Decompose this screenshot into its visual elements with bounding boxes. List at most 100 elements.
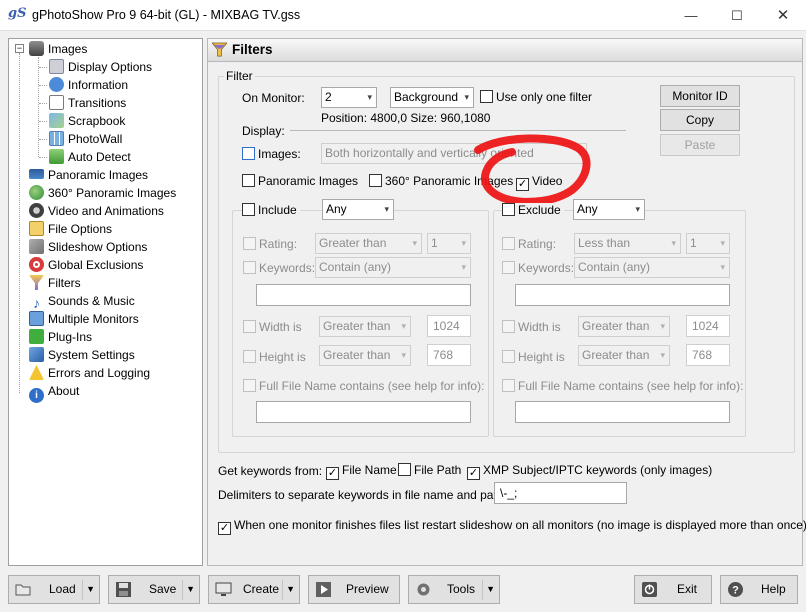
include-keywords-op-select[interactable]: Contain (any) ▾ xyxy=(315,257,471,278)
chevron-down-icon: ▼ xyxy=(186,584,195,594)
file-name-checkbox[interactable]: ✓ File Name xyxy=(326,463,397,480)
images-checkbox[interactable]: Images: xyxy=(242,147,301,161)
include-checkbox[interactable]: Include xyxy=(242,203,300,217)
include-fullname-input[interactable] xyxy=(256,401,471,423)
panel-title: Filters xyxy=(232,42,273,57)
tree-item-panoramic-images[interactable]: Panoramic Images xyxy=(29,166,148,184)
include-keywords-checkbox[interactable]: Keywords: xyxy=(243,261,315,275)
use-only-one-filter-checkbox[interactable]: Use only one filter xyxy=(480,90,592,104)
background-select[interactable]: Background ▾ xyxy=(390,87,474,108)
restart-slideshow-checkbox[interactable]: ✓ When one monitor finishes files list re… xyxy=(218,518,806,535)
close-button[interactable]: ✕ xyxy=(760,0,806,31)
chevron-down-icon: ▼ xyxy=(286,584,295,594)
panoramic-icon xyxy=(29,169,44,179)
xmp-subject-checkbox[interactable]: ✓ XMP Subject/IPTC keywords (only images) xyxy=(467,463,712,480)
chevron-down-icon: ▾ xyxy=(461,238,466,248)
filter-funnel-icon xyxy=(212,42,227,57)
tree-item-about[interactable]: i About xyxy=(29,382,79,403)
exclude-fullname-input[interactable] xyxy=(515,401,730,423)
gear-icon xyxy=(417,583,430,596)
camera-icon xyxy=(29,41,44,56)
include-width-op-select[interactable]: Greater than ▾ xyxy=(319,316,411,337)
include-width-checkbox[interactable]: Width is xyxy=(243,320,302,334)
exclude-keywords-checkbox[interactable]: Keywords: xyxy=(502,261,574,275)
exclude-height-op-select[interactable]: Greater than ▾ xyxy=(578,345,670,366)
position-size-text: Position: 4800,0 Size: 960,1080 xyxy=(321,111,491,125)
exit-button[interactable]: Exit xyxy=(634,575,712,604)
window-title: gPhotoShow Pro 9 64-bit (GL) - MIXBAG TV… xyxy=(32,8,301,22)
display-options-icon xyxy=(49,59,64,74)
paste-button[interactable]: Paste xyxy=(660,134,740,156)
include-rating-op-select[interactable]: Greater than ▾ xyxy=(315,233,422,254)
tree-item-display-options[interactable]: Display Options xyxy=(39,58,152,76)
tree-item-global-exclusions[interactable]: Global Exclusions xyxy=(29,256,143,274)
chevron-down-icon: ▾ xyxy=(720,238,725,248)
include-rating-checkbox[interactable]: Rating: xyxy=(243,237,297,251)
exclude-keywords-input[interactable] xyxy=(515,284,730,306)
exclude-rating-value-select[interactable]: 1 ▾ xyxy=(686,233,730,254)
include-height-checkbox[interactable]: Height is xyxy=(243,350,306,364)
chevron-down-icon: ▾ xyxy=(671,238,676,248)
file-path-checkbox[interactable]: File Path xyxy=(398,463,461,477)
exclude-keywords-op-select[interactable]: Contain (any) ▾ xyxy=(574,257,730,278)
tree-item-multiple-monitors[interactable]: Multiple Monitors xyxy=(29,310,139,328)
include-keywords-input[interactable] xyxy=(256,284,471,306)
exclude-width-op-select[interactable]: Greater than ▾ xyxy=(578,316,670,337)
tree-item-slideshow-options[interactable]: Slideshow Options xyxy=(29,238,147,256)
copy-button[interactable]: Copy xyxy=(660,109,740,131)
exclude-height-input[interactable]: 768 xyxy=(686,344,730,366)
preview-button[interactable]: Preview xyxy=(308,575,400,604)
include-rating-value-select[interactable]: 1 ▾ xyxy=(427,233,471,254)
tools-button[interactable]: Tools ▼ xyxy=(408,575,500,604)
tree-item-sounds-music[interactable]: ♪ Sounds & Music xyxy=(29,292,135,311)
help-button[interactable]: ? Help xyxy=(720,575,798,604)
exclude-rating-checkbox[interactable]: Rating: xyxy=(502,237,556,251)
minimize-button[interactable]: — xyxy=(668,0,714,31)
tree-item-scrapbook[interactable]: Scrapbook xyxy=(39,112,125,130)
exclude-width-input[interactable]: 1024 xyxy=(686,315,730,337)
auto-detect-icon xyxy=(49,149,64,164)
tree-item-360-panoramic[interactable]: 360° Panoramic Images xyxy=(29,184,176,202)
chevron-down-icon: ▼ xyxy=(86,584,95,594)
create-button[interactable]: Create ▼ xyxy=(208,575,300,604)
svg-text:?: ? xyxy=(732,585,739,597)
chevron-down-icon: ▾ xyxy=(367,92,372,102)
chevron-down-icon: ▾ xyxy=(384,204,389,214)
chevron-down-icon: ▾ xyxy=(660,321,665,331)
monitor-select[interactable]: 2 ▾ xyxy=(321,87,377,108)
include-height-input[interactable]: 768 xyxy=(427,344,471,366)
panoramic-images-checkbox[interactable]: Panoramic Images xyxy=(242,174,358,188)
chevron-down-icon: ▾ xyxy=(401,321,406,331)
load-button[interactable]: Load ▼ xyxy=(8,575,100,604)
include-mode-select[interactable]: Any ▾ xyxy=(322,199,394,220)
tree-item-transitions[interactable]: Transitions xyxy=(39,94,126,112)
tree-item-plug-ins[interactable]: Plug-Ins xyxy=(29,328,92,346)
photowall-icon xyxy=(49,131,64,146)
delimiters-input[interactable]: \-_; xyxy=(494,482,627,504)
maximize-button[interactable]: ☐ xyxy=(714,0,760,31)
save-button[interactable]: Save ▼ xyxy=(108,575,200,604)
tree-item-video-animations[interactable]: Video and Animations xyxy=(29,202,164,220)
exclude-mode-select[interactable]: Any ▾ xyxy=(573,199,645,220)
chevron-down-icon: ▾ xyxy=(635,204,640,214)
tree-item-photowall[interactable]: PhotoWall xyxy=(39,130,122,148)
exclude-fullname-checkbox[interactable]: Full File Name contains (see help for in… xyxy=(502,379,743,393)
tree-item-images[interactable]: Images xyxy=(29,40,87,58)
tree-item-file-options[interactable]: File Options xyxy=(29,220,112,238)
tree-item-auto-detect[interactable]: Auto Detect xyxy=(39,148,131,166)
panel-header xyxy=(207,38,803,62)
exclude-rating-op-select[interactable]: Less than ▾ xyxy=(574,233,681,254)
collapse-icon[interactable]: − xyxy=(15,44,24,53)
tree-item-system-settings[interactable]: System Settings xyxy=(29,346,135,364)
include-fullname-checkbox[interactable]: Full File Name contains (see help for in… xyxy=(243,379,484,393)
monitor-id-button[interactable]: Monitor ID xyxy=(660,85,740,107)
exclude-height-checkbox[interactable]: Height is xyxy=(502,350,565,364)
tree-item-filters[interactable]: Filters xyxy=(29,274,81,292)
tree-item-information[interactable]: Information xyxy=(39,76,128,94)
exclude-width-checkbox[interactable]: Width is xyxy=(502,320,561,334)
include-height-op-select[interactable]: Greater than ▾ xyxy=(319,345,411,366)
tree-item-errors-logging[interactable]: Errors and Logging xyxy=(29,364,150,382)
include-width-input[interactable]: 1024 xyxy=(427,315,471,337)
file-options-icon xyxy=(29,221,44,236)
exclude-checkbox[interactable]: Exclude xyxy=(502,203,564,217)
